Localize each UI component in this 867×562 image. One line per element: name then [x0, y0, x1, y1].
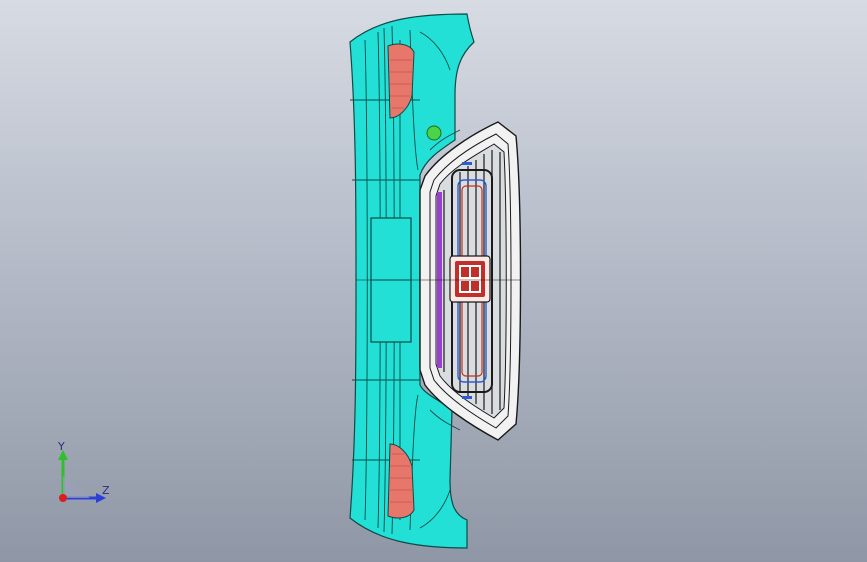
coordinate-triad: Y Z [48, 440, 118, 510]
selection-marker[interactable] [426, 125, 442, 141]
graphics-viewport[interactable]: Y Z [0, 0, 867, 562]
z-axis-label: Z [102, 484, 110, 497]
y-axis-label: Y [58, 440, 65, 453]
bumper-grille-model[interactable] [0, 0, 867, 562]
origin-point [59, 494, 67, 502]
